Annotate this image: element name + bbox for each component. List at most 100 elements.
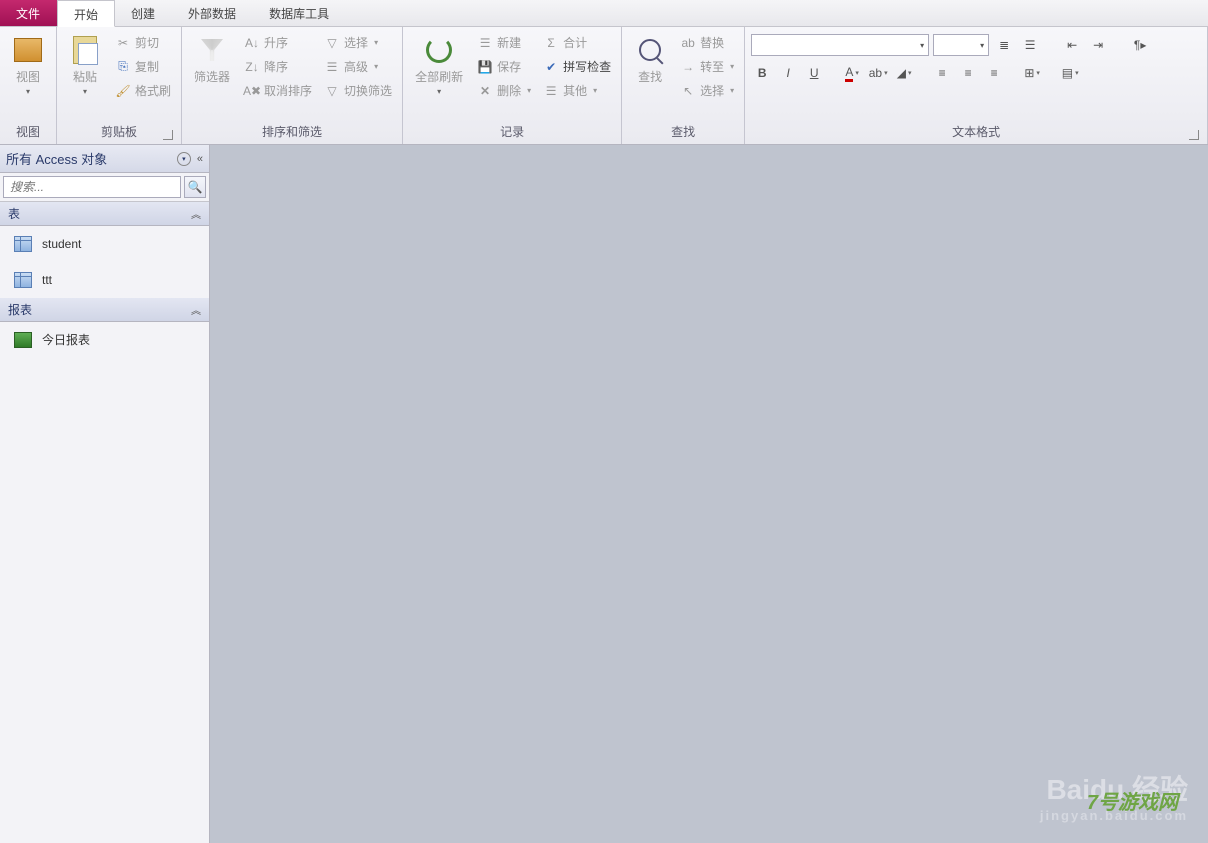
advanced-icon: ☰: [324, 59, 340, 75]
align-right-icon: ≡: [991, 66, 998, 80]
refresh-icon: [423, 34, 455, 66]
sort-desc-icon: Z↓: [244, 59, 260, 75]
find-button[interactable]: 查找: [628, 30, 672, 89]
nav-category-reports[interactable]: 报表 ︽: [0, 298, 209, 322]
nav-collapse-button[interactable]: «: [197, 153, 203, 165]
scissors-icon: ✂: [115, 35, 131, 51]
more-button[interactable]: ☰其他▾: [539, 80, 615, 101]
numbering-button[interactable]: ☰: [1019, 34, 1041, 56]
cut-button[interactable]: ✂ 剪切: [111, 32, 175, 53]
totals-button[interactable]: Σ合计: [539, 32, 615, 53]
group-find: 查找 ab替换 →转至▾ ↖选择▾ 查找: [622, 27, 745, 144]
dialog-launcher-icon[interactable]: [1189, 130, 1199, 140]
select-icon: ↖: [680, 83, 696, 99]
nav-category-tables[interactable]: 表 ︽: [0, 202, 209, 226]
group-label-records: 记录: [409, 120, 615, 144]
underline-icon: U: [810, 66, 819, 80]
save-record-button[interactable]: 💾保存: [473, 56, 535, 77]
view-icon: [12, 34, 44, 66]
tab-home[interactable]: 开始: [57, 0, 115, 27]
bold-button[interactable]: B: [751, 62, 773, 84]
highlight-button[interactable]: ab: [867, 62, 889, 84]
main-area: 所有 Access 对象 ▾ « 🔍 表 ︽ student ttt 报表 ︽ …: [0, 145, 1208, 843]
align-left-button[interactable]: ≡: [931, 62, 953, 84]
refresh-all-button[interactable]: 全部刷新 ▾: [409, 30, 469, 100]
nav-search-input[interactable]: [3, 176, 181, 198]
content-area: [210, 145, 1208, 843]
navigation-pane: 所有 Access 对象 ▾ « 🔍 表 ︽ student ttt 报表 ︽ …: [0, 145, 210, 843]
gridlines-button[interactable]: ⊞: [1021, 62, 1043, 84]
paste-label: 粘贴: [73, 68, 97, 85]
nav-title: 所有 Access 对象: [6, 149, 107, 168]
group-label-clipboard: 剪贴板: [63, 120, 175, 144]
group-sort-filter: 筛选器 A↓升序 Z↓降序 A✖取消排序 ▽选择▾ ☰高级▾ ▽切换筛选 排序和…: [182, 27, 403, 144]
underline-button[interactable]: U: [803, 62, 825, 84]
advanced-filter-button[interactable]: ☰高级▾: [320, 56, 396, 77]
font-size-combo[interactable]: ▾: [933, 34, 989, 56]
font-color-button[interactable]: A: [841, 62, 863, 84]
dialog-launcher-icon[interactable]: [163, 130, 173, 140]
align-center-button[interactable]: ≡: [957, 62, 979, 84]
font-color-icon: A: [845, 65, 853, 82]
replace-icon: ab: [680, 35, 696, 51]
search-icon: 🔍: [188, 180, 203, 194]
increase-indent-button[interactable]: ⇥: [1087, 34, 1109, 56]
bold-icon: B: [758, 66, 767, 80]
clear-sort-button[interactable]: A✖取消排序: [240, 80, 316, 101]
indent-icon: ⇥: [1093, 38, 1103, 52]
nav-item-today-report[interactable]: 今日报表: [0, 322, 209, 358]
delete-record-button[interactable]: ✕删除▾: [473, 80, 535, 101]
dropdown-icon: ▾: [26, 87, 30, 96]
group-text-format: ▾ ▾ ≣ ☰ ⇤ ⇥ ¶▸ B I U A ab ◢ ≡ ≡: [745, 27, 1208, 144]
copy-button[interactable]: ⎘ 复制: [111, 56, 175, 77]
nav-filter-dropdown-icon[interactable]: ▾: [177, 152, 191, 166]
view-button[interactable]: 视图 ▾: [6, 30, 50, 100]
tab-database-tools[interactable]: 数据库工具: [253, 0, 346, 26]
align-left-icon: ≡: [939, 66, 946, 80]
format-painter-button[interactable]: 🖌 格式刷: [111, 80, 175, 101]
group-label-view: 视图: [6, 120, 50, 144]
group-label-textformat: 文本格式: [751, 120, 1201, 144]
selection-filter-button[interactable]: ▽选择▾: [320, 32, 396, 53]
tab-external-data[interactable]: 外部数据: [172, 0, 253, 26]
nav-item-student[interactable]: student: [0, 226, 209, 262]
tab-file[interactable]: 文件: [0, 0, 57, 26]
highlight-icon: ab: [869, 66, 882, 80]
more-icon: ☰: [543, 83, 559, 99]
filter-button[interactable]: 筛选器: [188, 30, 236, 89]
align-right-button[interactable]: ≡: [983, 62, 1005, 84]
decrease-indent-button[interactable]: ⇤: [1061, 34, 1083, 56]
fill-color-button[interactable]: ◢: [893, 62, 915, 84]
new-record-button[interactable]: ☰新建: [473, 32, 535, 53]
nav-header[interactable]: 所有 Access 对象 ▾ «: [0, 145, 209, 173]
table-icon: [14, 272, 32, 288]
filter-icon: [196, 34, 228, 66]
group-clipboard: 粘贴 ▾ ✂ 剪切 ⎘ 复制 🖌 格式刷 剪贴板: [57, 27, 182, 144]
goto-button[interactable]: →转至▾: [676, 56, 738, 77]
alternate-row-button[interactable]: ▤: [1059, 62, 1081, 84]
delete-icon: ✕: [477, 83, 493, 99]
select-button[interactable]: ↖选择▾: [676, 80, 738, 101]
bullets-button[interactable]: ≣: [993, 34, 1015, 56]
grid-icon: ⊞: [1024, 66, 1034, 80]
font-family-combo[interactable]: ▾: [751, 34, 929, 56]
numbering-icon: ☰: [1025, 38, 1036, 52]
sort-desc-button[interactable]: Z↓降序: [240, 56, 316, 77]
align-center-icon: ≡: [965, 66, 972, 80]
italic-button[interactable]: I: [777, 62, 799, 84]
spelling-button[interactable]: ✔拼写检查: [539, 56, 615, 77]
sort-asc-button[interactable]: A↓升序: [240, 32, 316, 53]
replace-button[interactable]: ab替换: [676, 32, 738, 53]
paste-button[interactable]: 粘贴 ▾: [63, 30, 107, 100]
chevron-up-icon: ︽: [191, 206, 201, 221]
ltr-button[interactable]: ¶▸: [1129, 34, 1151, 56]
copy-icon: ⎘: [115, 59, 131, 75]
outdent-icon: ⇤: [1067, 38, 1077, 52]
nav-search-button[interactable]: 🔍: [184, 176, 206, 198]
fill-icon: ◢: [897, 66, 906, 80]
group-records: 全部刷新 ▾ ☰新建 💾保存 ✕删除▾ Σ合计 ✔拼写检查 ☰其他▾ 记录: [403, 27, 622, 144]
nav-item-ttt[interactable]: ttt: [0, 262, 209, 298]
tab-create[interactable]: 创建: [115, 0, 172, 26]
toggle-filter-button[interactable]: ▽切换筛选: [320, 80, 396, 101]
ribbon-tabs: 文件 开始 创建 外部数据 数据库工具: [0, 0, 1208, 27]
